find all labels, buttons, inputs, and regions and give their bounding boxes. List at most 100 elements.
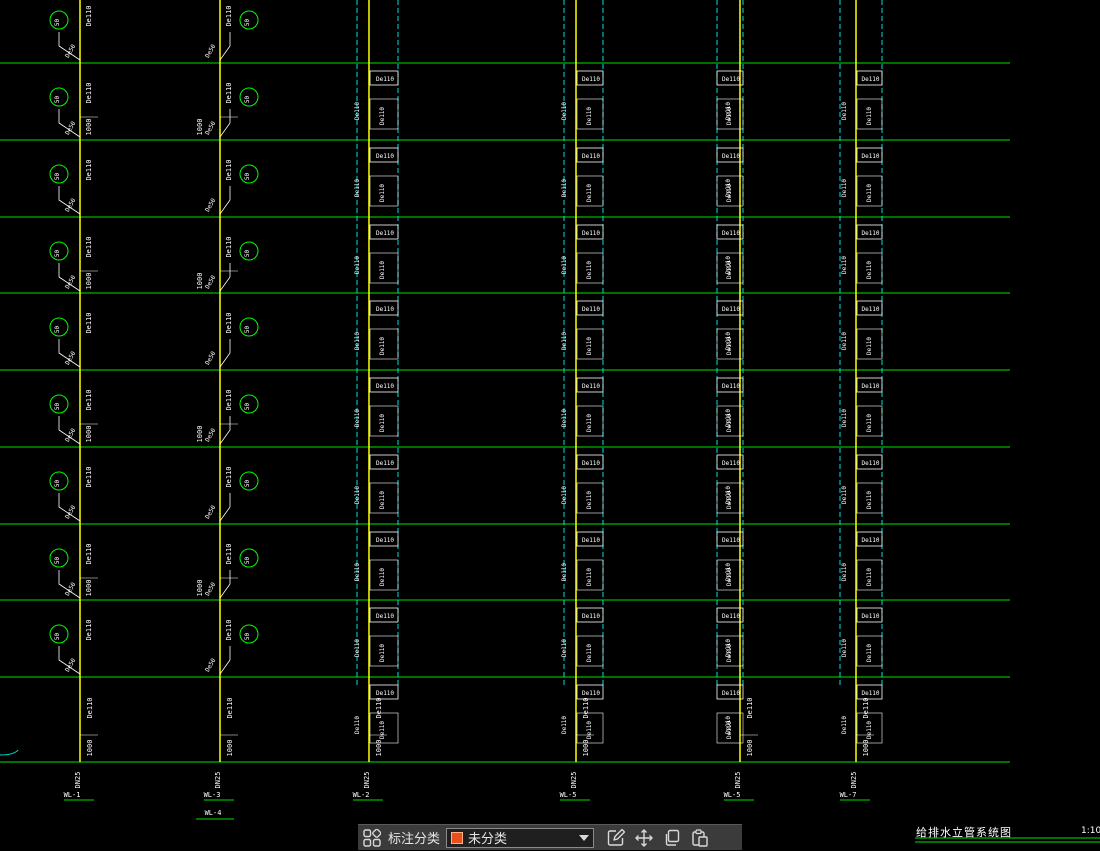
fixture-circle-label: 50 [54,403,61,411]
category-dropdown[interactable]: 未分类 [446,827,595,848]
pipe-size-label: De110 [379,337,386,355]
pipe-size-label: De110 [841,486,848,504]
pipe-size-label: De110 [85,5,93,26]
fixture-circle-label: 50 [244,173,251,181]
pipe-size-label: De110 [586,644,593,662]
pipe-size-label: De110 [354,332,361,350]
pipe-size-label: De110 [85,389,93,410]
riser-size-label: DN25 [214,772,222,789]
pipe-size-label: De110 [379,414,386,432]
pipe-size-label: De110 [725,716,732,734]
pipe-size-label: De110 [354,563,361,581]
pipe-size-label: De110 [586,337,593,355]
riser-id-label: WL-7 [840,791,857,799]
move-icon[interactable] [630,825,658,851]
pipe-size-label: De110 [746,697,754,718]
pipe-size-label: De110 [841,102,848,120]
pipe-size-label: De110 [586,184,593,202]
dimension-label: 1000 [862,740,870,757]
pipe-size-label: De110 [561,179,568,197]
fixture-circle-label: 50 [54,633,61,641]
dimension-label: 1000 [196,119,204,136]
fixture-box-label: De110 [582,460,600,467]
pipe-size-label: De110 [866,107,873,125]
pipe-size-label: De110 [725,563,732,581]
fixture-circle-label: 50 [244,96,251,104]
paste-icon[interactable] [686,825,714,851]
pipe-size-label: De110 [725,486,732,504]
fixture-box-label: De110 [722,537,740,544]
pipe-size-label: De110 [725,179,732,197]
pipe-size-label: De110 [586,107,593,125]
edit-icon[interactable] [602,825,630,851]
pipe-size-label: De110 [225,389,233,410]
pipe-size-label: De110 [375,697,383,718]
drawing-title: 给排水立管系统图 [916,826,1012,839]
branch-line [219,570,231,599]
fixture-box-label: De110 [861,383,879,390]
pipe-size-label: De110 [379,107,386,125]
riser-id-label: WL-5 [724,791,741,799]
fixture-box-label: De110 [722,613,740,620]
fixture-box-label: De110 [861,460,879,467]
pipe-size-label: De110 [561,639,568,657]
category-label: 标注分类 [388,832,441,847]
dimension-label: 1000 [582,740,590,757]
fixture-box-label: De110 [376,76,394,83]
pipe-size-label: De110 [725,256,732,274]
cad-drawing-canvas[interactable]: DN25WL-150 De110De5050 De1101000De5050 De11… [0,0,1100,850]
pipe-size-label: De110 [725,102,732,120]
fixture-circle-label: 50 [54,19,61,27]
dimension-label: 1000 [196,426,204,443]
pipe-size-label: De110 [586,261,593,279]
dimension-label: 1000 [86,740,94,757]
pipe-size-label: De110 [561,486,568,504]
branch-line [219,646,231,675]
branch-size-label: De50 [204,581,217,597]
riser-id-label: WL-3 [204,791,221,799]
riser-size-label: DN25 [74,772,82,789]
fixture-box-label: De110 [722,153,740,160]
chevron-down-icon [579,834,590,841]
dimension-label: 1000 [196,273,204,290]
fixture-circle-label: 50 [54,326,61,334]
fixture-box-label: De110 [861,76,879,83]
pipe-size-label: De110 [225,82,233,103]
pipe-size-label: De110 [379,184,386,202]
riser-size-label: DN25 [734,772,742,789]
branch-line [219,416,231,445]
pipe-size-label: De110 [354,486,361,504]
fixture-box-label: De110 [722,306,740,313]
pipe-size-label: De110 [85,159,93,180]
pipe-size-label: De110 [866,721,873,739]
branch-line [219,339,231,368]
branch-size-label: De50 [204,43,217,59]
fixture-box-label: De110 [582,306,600,313]
pipe-size-label: De110 [561,409,568,427]
fixture-box-label: De110 [582,76,600,83]
fixture-box-label: De110 [376,153,394,160]
pipe-size-label: De110 [86,697,94,718]
fixture-box-label: De110 [376,306,394,313]
fixture-box-label: De110 [722,460,740,467]
pipe-size-label: De110 [379,261,386,279]
riser-id-label: WL-4 [205,809,222,817]
dimension-label: 1000 [375,740,383,757]
pipe-size-label: De110 [379,568,386,586]
pipe-size-label: De110 [586,414,593,432]
fixture-box-label: De110 [861,537,879,544]
fixture-box-label: De110 [722,230,740,237]
grid-icon[interactable] [358,825,386,851]
pipe-size-label: De110 [225,466,233,487]
pipe-size-label: De110 [866,337,873,355]
fixture-box-label: De110 [861,153,879,160]
pipe-size-label: De110 [866,568,873,586]
pipe-size-label: De110 [354,256,361,274]
pipe-size-label: De110 [225,543,233,564]
branch-size-label: De50 [204,350,217,366]
riser-size-label: DN25 [363,772,371,789]
pipe-size-label: De110 [586,491,593,509]
drawing-scale: 1:100 [1081,826,1100,836]
fixture-box-label: De110 [582,537,600,544]
copy-icon[interactable] [658,825,686,851]
